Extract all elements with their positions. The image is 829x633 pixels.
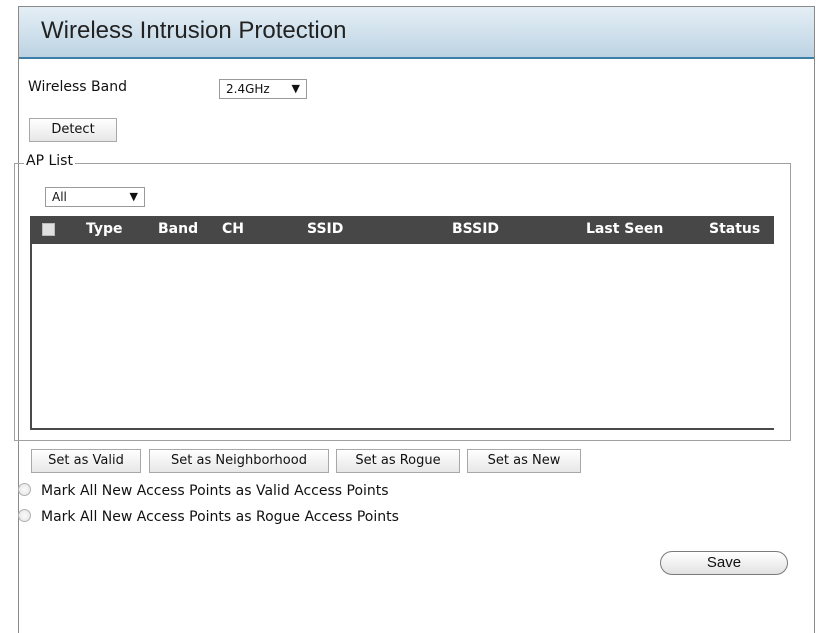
- mark-valid-label: Mark All New Access Points as Valid Acce…: [41, 483, 389, 499]
- col-status: Status: [709, 221, 761, 237]
- col-bssid: BSSID: [452, 221, 500, 237]
- detect-button[interactable]: Detect: [29, 118, 117, 142]
- title-bar: Wireless Intrusion Protection: [19, 7, 814, 59]
- wireless-band-select[interactable]: 2.4GHz ▼: [219, 79, 307, 99]
- dropdown-arrow-icon: ▼: [291, 82, 300, 95]
- col-band: Band: [158, 221, 199, 237]
- mark-rogue-option[interactable]: Mark All New Access Points as Rogue Acce…: [18, 509, 399, 525]
- set-as-new-button[interactable]: Set as New: [467, 449, 581, 473]
- dropdown-arrow-icon: ▼: [129, 190, 138, 203]
- col-ssid: SSID: [307, 221, 344, 237]
- wireless-band-label: Wireless Band: [28, 79, 127, 95]
- col-type: Type: [86, 221, 123, 237]
- ap-filter-select[interactable]: All ▼: [45, 187, 145, 207]
- set-as-rogue-button[interactable]: Set as Rogue: [336, 449, 460, 473]
- ap-table-body[interactable]: [30, 244, 774, 430]
- ap-filter-value: All: [52, 190, 67, 204]
- save-button[interactable]: Save: [660, 551, 788, 575]
- col-ch: CH: [222, 221, 244, 237]
- col-last-seen: Last Seen: [586, 221, 664, 237]
- mark-rogue-radio[interactable]: [18, 509, 31, 522]
- set-as-neighborhood-button[interactable]: Set as Neighborhood: [149, 449, 329, 473]
- mark-rogue-label: Mark All New Access Points as Rogue Acce…: [41, 509, 399, 525]
- select-all-checkbox[interactable]: [42, 223, 55, 236]
- set-as-valid-button[interactable]: Set as Valid: [31, 449, 141, 473]
- ap-list-legend: AP List: [24, 153, 75, 169]
- ap-table-header: Type Band CH SSID BSSID Last Seen Status: [30, 216, 774, 244]
- mark-valid-option[interactable]: Mark All New Access Points as Valid Acce…: [18, 483, 389, 499]
- mark-valid-radio[interactable]: [18, 483, 31, 496]
- page-title: Wireless Intrusion Protection: [41, 17, 347, 44]
- wireless-band-value: 2.4GHz: [226, 82, 270, 96]
